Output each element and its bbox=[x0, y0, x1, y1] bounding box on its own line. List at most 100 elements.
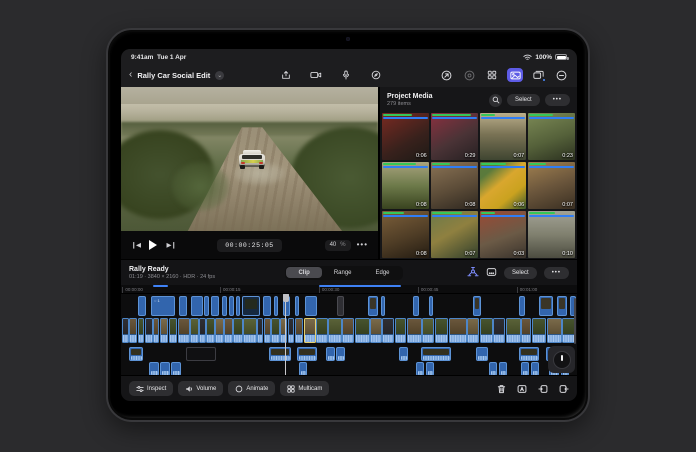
media-browser-icon[interactable] bbox=[507, 68, 523, 82]
timecode-display[interactable]: 00:00:25:05 bbox=[217, 239, 281, 252]
storyline-clip[interactable] bbox=[547, 318, 562, 343]
media-thumbnail[interactable]: 0:08 bbox=[382, 162, 429, 209]
append-edit-icon[interactable] bbox=[559, 384, 569, 394]
connected-clip[interactable] bbox=[204, 296, 209, 316]
audio-clip[interactable] bbox=[476, 347, 488, 361]
storyline-clip[interactable] bbox=[506, 318, 521, 343]
connected-clip[interactable] bbox=[242, 296, 260, 316]
multicam-button[interactable]: Multicam bbox=[280, 381, 329, 396]
media-thumbnail[interactable]: 0:07 bbox=[528, 162, 575, 209]
viewer-zoom-control[interactable]: 40 % bbox=[325, 240, 351, 251]
storyline-clip[interactable] bbox=[178, 318, 190, 343]
import-icon[interactable] bbox=[278, 68, 294, 82]
storyline-clip[interactable] bbox=[271, 318, 280, 343]
skip-back-button[interactable]: ❙◀ bbox=[131, 241, 140, 249]
project-title[interactable]: Rally Car Social Edit bbox=[137, 71, 210, 80]
audio-clip[interactable] bbox=[269, 347, 291, 361]
connected-clip[interactable] bbox=[413, 296, 419, 316]
storyline-clip[interactable] bbox=[169, 318, 178, 343]
timeline-ruler[interactable]: 00:00:0000:00:1500:00:3000:00:4500:01:00 bbox=[121, 285, 577, 294]
audio-clip[interactable] bbox=[489, 362, 497, 375]
storyline-clip[interactable] bbox=[122, 318, 129, 343]
connected-clip[interactable] bbox=[211, 296, 219, 316]
storyline-clip[interactable] bbox=[355, 318, 370, 343]
media-select-button[interactable]: Select bbox=[507, 94, 540, 106]
storyline-clip[interactable] bbox=[316, 318, 328, 343]
audio-clip[interactable] bbox=[326, 347, 335, 361]
connected-clip[interactable] bbox=[263, 296, 271, 316]
volume-button[interactable]: Volume bbox=[178, 381, 223, 396]
storyline-clip[interactable] bbox=[145, 318, 153, 343]
audio-clip[interactable] bbox=[186, 347, 216, 361]
clipboard-icon[interactable] bbox=[486, 264, 497, 282]
connected-clip[interactable] bbox=[274, 296, 278, 316]
timeline-more-button[interactable]: ••• bbox=[544, 267, 569, 279]
media-thumbnail[interactable]: 0:07 bbox=[480, 113, 527, 160]
storyline-clip[interactable] bbox=[382, 318, 394, 343]
connected-clip[interactable] bbox=[381, 296, 385, 316]
audio-clip[interactable] bbox=[299, 362, 307, 375]
storyline-clip[interactable] bbox=[435, 318, 448, 343]
storyline-clip[interactable] bbox=[407, 318, 422, 343]
viewer-more-button[interactable]: ••• bbox=[357, 243, 368, 246]
video-frame[interactable] bbox=[121, 87, 378, 231]
connected-clip[interactable] bbox=[557, 296, 567, 316]
storyline-clip[interactable] bbox=[328, 318, 341, 343]
jog-wheel[interactable] bbox=[548, 346, 575, 373]
connected-clip[interactable] bbox=[368, 296, 378, 316]
storyline-clip[interactable] bbox=[264, 318, 271, 343]
search-icon[interactable] bbox=[489, 94, 502, 107]
connected-clip[interactable] bbox=[305, 296, 317, 316]
connected-clip[interactable] bbox=[337, 296, 344, 316]
hide-interface-icon[interactable] bbox=[553, 68, 569, 82]
skip-forward-button[interactable]: ▶❙ bbox=[166, 241, 175, 249]
connected-clip[interactable] bbox=[179, 296, 187, 316]
media-thumbnail[interactable]: 0:23 bbox=[528, 113, 575, 160]
media-thumbnail[interactable]: 0:06 bbox=[480, 162, 527, 209]
audio-clip[interactable] bbox=[416, 362, 424, 375]
storyline-clip[interactable] bbox=[233, 318, 242, 343]
connected-clip[interactable] bbox=[519, 296, 525, 316]
connected-clip[interactable] bbox=[473, 296, 481, 316]
storyline-clip[interactable] bbox=[493, 318, 505, 343]
storyline-clip[interactable] bbox=[190, 318, 199, 343]
media-thumbnail[interactable]: 0:06 bbox=[382, 113, 429, 160]
storyline-clip[interactable] bbox=[422, 318, 434, 343]
camera-icon[interactable] bbox=[308, 68, 324, 82]
jog-mode-icon[interactable] bbox=[368, 68, 384, 82]
audio-clip[interactable] bbox=[129, 347, 143, 361]
storyline-clip[interactable] bbox=[288, 318, 295, 343]
media-thumbnail[interactable]: 0:08 bbox=[382, 211, 429, 258]
storyline-clip[interactable] bbox=[480, 318, 493, 343]
storyline-clip[interactable] bbox=[129, 318, 137, 343]
connected-clip[interactable] bbox=[539, 296, 553, 316]
storyline-clip[interactable] bbox=[295, 318, 304, 343]
storyline-clip[interactable] bbox=[160, 318, 169, 343]
connected-clip[interactable] bbox=[222, 296, 227, 316]
audio-clip[interactable] bbox=[399, 347, 408, 361]
timeline-scrollbar[interactable] bbox=[574, 298, 576, 344]
audio-clip[interactable] bbox=[421, 347, 451, 361]
timeline-select-button[interactable]: Select bbox=[504, 267, 537, 279]
audio-clip[interactable] bbox=[171, 362, 181, 375]
storyline-clip[interactable] bbox=[199, 318, 206, 343]
title-chevron-icon[interactable]: ⌄ bbox=[215, 71, 224, 80]
back-button[interactable]: ‹ bbox=[129, 70, 132, 80]
storyline-clip[interactable] bbox=[304, 318, 316, 343]
delete-icon[interactable] bbox=[497, 384, 506, 394]
connections-icon[interactable] bbox=[467, 264, 479, 282]
audio-clip[interactable] bbox=[160, 362, 170, 375]
storyline-clip[interactable] bbox=[342, 318, 354, 343]
timeline-tracks[interactable] bbox=[121, 294, 577, 375]
connected-clip[interactable] bbox=[151, 296, 175, 316]
connected-clip[interactable] bbox=[236, 296, 240, 316]
audio-clip[interactable] bbox=[499, 362, 507, 375]
audio-clip[interactable] bbox=[149, 362, 159, 375]
edit-mode-option[interactable]: Range bbox=[322, 267, 364, 278]
audio-clip[interactable] bbox=[297, 347, 317, 361]
connected-clip[interactable] bbox=[229, 296, 234, 316]
storyline-clip[interactable] bbox=[370, 318, 382, 343]
insert-edit-icon[interactable] bbox=[538, 384, 548, 394]
media-thumbnail[interactable]: 0:29 bbox=[431, 113, 478, 160]
viewer-overlay-icon[interactable] bbox=[530, 68, 546, 82]
